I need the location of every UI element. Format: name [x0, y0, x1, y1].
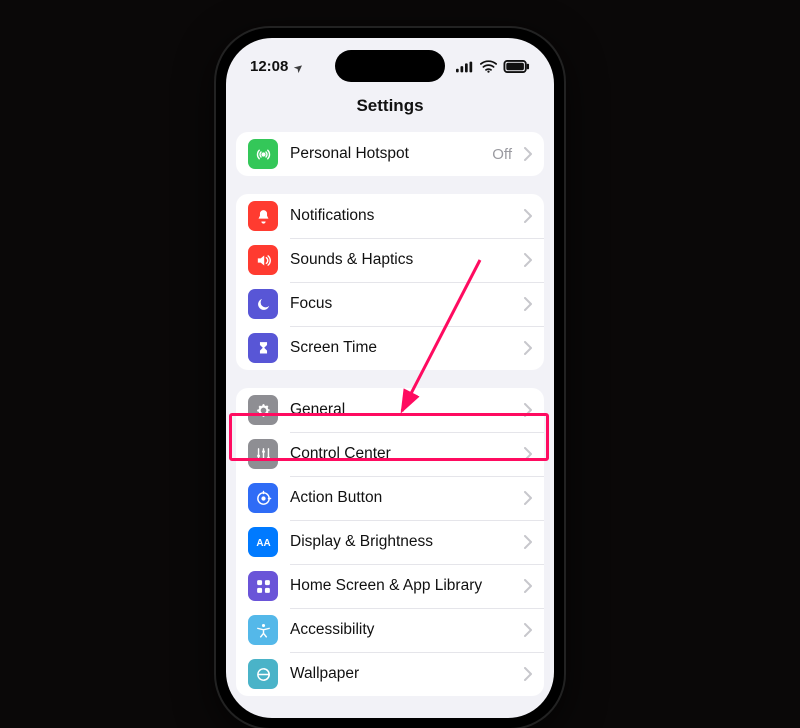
row-label: Personal Hotspot	[290, 145, 480, 163]
phone-frame: 12:08 ➤ Settings Personal Hotspot Off Not…	[216, 28, 564, 728]
chevron-right-icon	[524, 209, 532, 223]
chevron-right-icon	[524, 667, 532, 681]
settings-row-sounds-haptics[interactable]: Sounds & Haptics	[236, 238, 544, 282]
action-button-icon	[248, 483, 278, 513]
chevron-right-icon	[524, 491, 532, 505]
row-label: Focus	[290, 295, 512, 313]
row-value: Off	[492, 146, 512, 163]
settings-row-control-center[interactable]: Control Center	[236, 432, 544, 476]
focus-icon	[248, 289, 278, 319]
chevron-right-icon	[524, 341, 532, 355]
row-label: Control Center	[290, 445, 512, 463]
row-label: Home Screen & App Library	[290, 577, 512, 595]
chevron-right-icon	[524, 253, 532, 267]
cellular-icon	[456, 61, 474, 73]
notifications-icon	[248, 201, 278, 231]
status-right	[456, 60, 530, 73]
screentime-icon	[248, 333, 278, 363]
dynamic-island	[335, 50, 445, 82]
row-label: Display & Brightness	[290, 533, 512, 551]
settings-row-accessibility[interactable]: Accessibility	[236, 608, 544, 652]
row-label: Wallpaper	[290, 665, 512, 683]
chevron-right-icon	[524, 535, 532, 549]
hotspot-icon	[248, 139, 278, 169]
wallpaper-icon	[248, 659, 278, 689]
settings-row-general[interactable]: General	[236, 388, 544, 432]
settings-scroll[interactable]: Settings Personal Hotspot Off Notificatio…	[226, 94, 554, 718]
sounds-icon	[248, 245, 278, 275]
chevron-right-icon	[524, 403, 532, 417]
phone-screen: 12:08 ➤ Settings Personal Hotspot Off Not…	[226, 38, 554, 718]
chevron-right-icon	[524, 297, 532, 311]
settings-group-connectivity: Personal Hotspot Off	[236, 132, 544, 176]
clock-text: 12:08	[250, 58, 288, 75]
chevron-right-icon	[524, 623, 532, 637]
row-label: Accessibility	[290, 621, 512, 639]
battery-icon	[503, 60, 530, 73]
display-icon	[248, 527, 278, 557]
accessibility-icon	[248, 615, 278, 645]
row-label: Notifications	[290, 207, 512, 225]
settings-row-action-button[interactable]: Action Button	[236, 476, 544, 520]
chevron-right-icon	[524, 147, 532, 161]
settings-group-system: General Control Center Action Button Displa…	[236, 388, 544, 696]
settings-row-notifications[interactable]: Notifications	[236, 194, 544, 238]
home-screen-icon	[248, 571, 278, 601]
wifi-icon	[480, 60, 497, 73]
general-icon	[248, 395, 278, 425]
settings-group-notifications: Notifications Sounds & Haptics Focus Screen…	[236, 194, 544, 370]
row-label: Sounds & Haptics	[290, 251, 512, 269]
settings-row-personal-hotspot[interactable]: Personal Hotspot Off	[236, 132, 544, 176]
settings-row-wallpaper[interactable]: Wallpaper	[236, 652, 544, 696]
settings-row-screen-time[interactable]: Screen Time	[236, 326, 544, 370]
settings-row-focus[interactable]: Focus	[236, 282, 544, 326]
settings-row-home-screen-app-library[interactable]: Home Screen & App Library	[236, 564, 544, 608]
control-center-icon	[248, 439, 278, 469]
row-label: Screen Time	[290, 339, 512, 357]
location-icon: ➤	[292, 62, 305, 76]
row-label: General	[290, 401, 512, 419]
status-time: 12:08 ➤	[250, 58, 303, 75]
settings-row-display-brightness[interactable]: Display & Brightness	[236, 520, 544, 564]
chevron-right-icon	[524, 579, 532, 593]
page-title: Settings	[226, 94, 554, 126]
chevron-right-icon	[524, 447, 532, 461]
row-label: Action Button	[290, 489, 512, 507]
